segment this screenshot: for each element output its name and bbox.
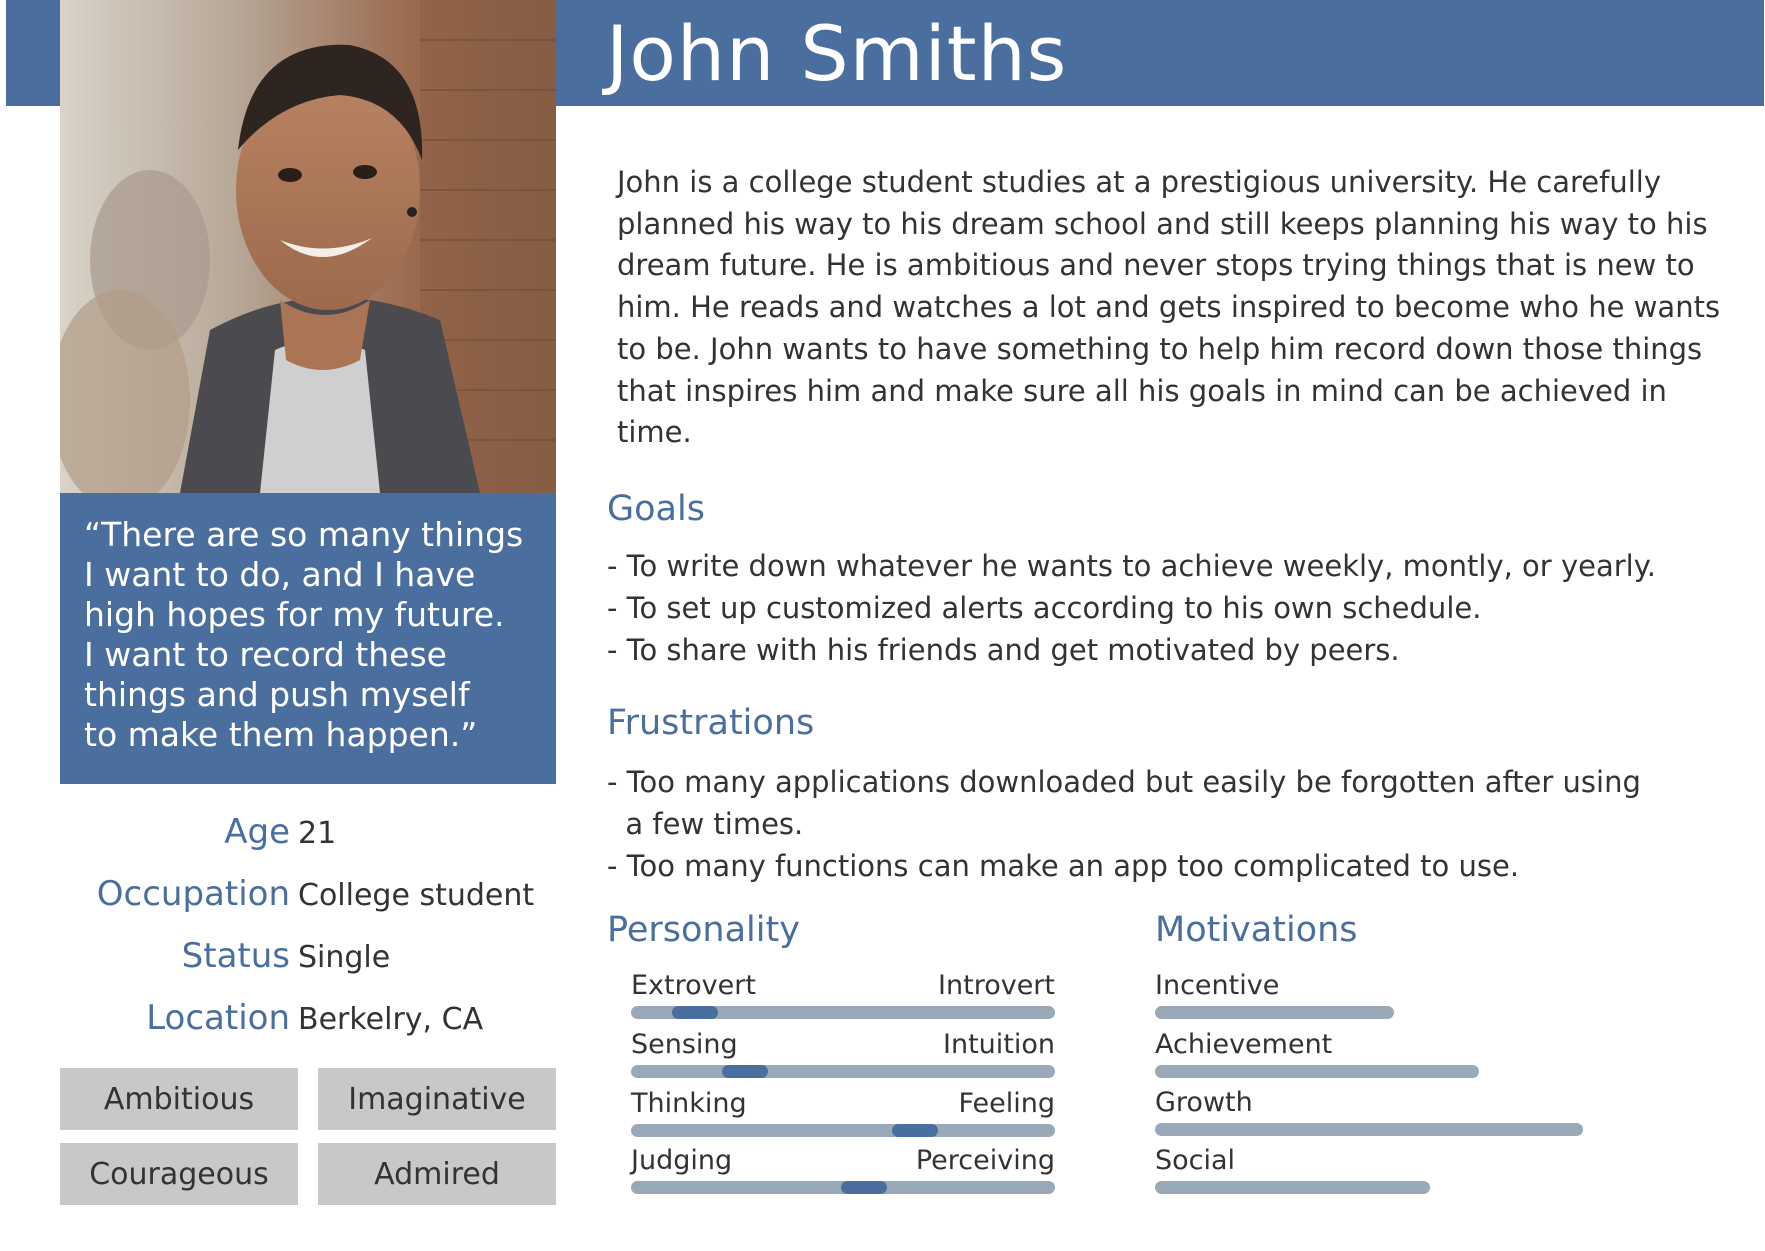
status-label: Status <box>181 936 290 976</box>
persona-quote: “There are so many things I want to do, … <box>84 515 524 754</box>
motivation-item: Achievement <box>1155 1029 1605 1085</box>
frustration-item: - Too many applications downloaded but e… <box>607 765 1641 799</box>
age-label: Age <box>224 812 290 852</box>
scale-right-label: Feeling <box>958 1088 1055 1119</box>
scale-marker <box>841 1181 888 1194</box>
personality-scale: Extrovert Introvert <box>631 970 1055 1026</box>
persona-photo <box>60 0 556 493</box>
motivation-item: Growth <box>1155 1087 1605 1143</box>
scale-right-label: Intuition <box>943 1029 1055 1060</box>
goal-item: - To share with his friends and get moti… <box>607 633 1400 667</box>
persona-name: John Smiths <box>606 9 1068 98</box>
trait-tag: Imaginative <box>318 1068 556 1130</box>
personality-scale: Judging Perceiving <box>631 1145 1055 1201</box>
motivation-label: Achievement <box>1155 1029 1333 1060</box>
info-row-occupation: Occupation College student <box>60 874 580 924</box>
info-row-location: Location Berkelry, CA <box>60 998 580 1048</box>
scale-track <box>631 1006 1055 1019</box>
personality-heading: Personality <box>607 910 800 950</box>
frustration-item: - Too many functions can make an app too… <box>607 849 1520 883</box>
goal-item: - To write down whatever he wants to ach… <box>607 549 1656 583</box>
trait-tag: Admired <box>318 1143 556 1205</box>
personality-scale: Thinking Feeling <box>631 1088 1055 1144</box>
scale-track <box>631 1065 1055 1078</box>
scale-left-label: Thinking <box>631 1088 747 1119</box>
location-label: Location <box>146 998 290 1038</box>
trait-tag: Courageous <box>60 1143 298 1205</box>
motivation-bar <box>1155 1065 1479 1078</box>
goals-heading: Goals <box>607 489 705 529</box>
scale-left-label: Extrovert <box>631 970 756 1001</box>
motivation-item: Incentive <box>1155 970 1605 1026</box>
goal-item: - To set up customized alerts according … <box>607 591 1482 625</box>
personality-scale: Sensing Intuition <box>631 1029 1055 1085</box>
trait-tag: Ambitious <box>60 1068 298 1130</box>
scale-right-label: Introvert <box>938 970 1055 1001</box>
motivations-heading: Motivations <box>1155 910 1358 950</box>
motivation-bar <box>1155 1181 1430 1194</box>
motivation-label: Social <box>1155 1145 1236 1176</box>
location-value: Berkelry, CA <box>298 1002 484 1037</box>
status-value: Single <box>298 940 391 975</box>
info-row-age: Age 21 <box>60 812 580 862</box>
scale-marker <box>671 1006 718 1019</box>
scale-track <box>631 1124 1055 1137</box>
scale-marker <box>892 1124 939 1137</box>
motivation-label: Growth <box>1155 1087 1253 1118</box>
motivation-bar <box>1155 1123 1583 1136</box>
scale-left-label: Sensing <box>631 1029 738 1060</box>
frustrations-heading: Frustrations <box>607 703 815 743</box>
info-row-status: Status Single <box>60 936 580 986</box>
occupation-value: College student <box>298 878 535 913</box>
scale-right-label: Perceiving <box>915 1145 1055 1176</box>
age-value: 21 <box>298 816 337 851</box>
frustration-item: a few times. <box>607 807 804 841</box>
occupation-label: Occupation <box>96 874 290 914</box>
quote-box: “There are so many things I want to do, … <box>60 493 556 784</box>
motivation-bar <box>1155 1006 1394 1019</box>
portrait-image <box>60 0 556 493</box>
motivation-item: Social <box>1155 1145 1605 1201</box>
persona-bio: John is a college student studies at a p… <box>617 165 1721 450</box>
scale-left-label: Judging <box>631 1145 733 1176</box>
motivation-label: Incentive <box>1155 970 1280 1001</box>
scale-marker <box>722 1065 769 1078</box>
scale-track <box>631 1181 1055 1194</box>
